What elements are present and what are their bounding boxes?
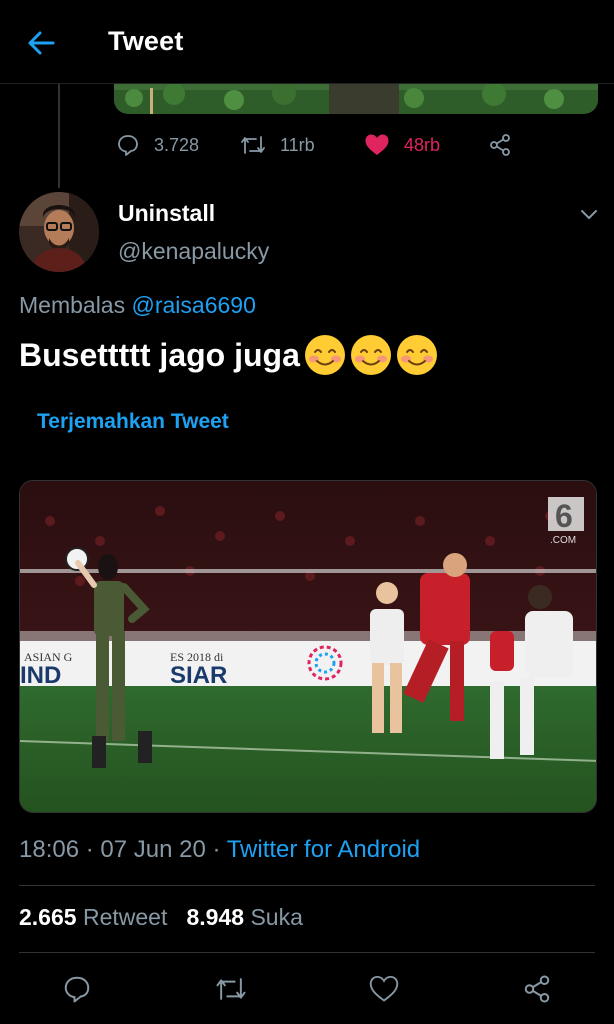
- retweet-stat[interactable]: 2.665 Retweet: [19, 904, 167, 930]
- tweet-source-link[interactable]: Twitter for Android: [227, 836, 420, 863]
- divider: [19, 952, 595, 953]
- retweet-button[interactable]: [214, 972, 248, 1006]
- like-stat[interactable]: 8.948 Suka: [187, 904, 303, 930]
- top-bar: Tweet: [0, 0, 614, 84]
- divider: [19, 885, 595, 886]
- retweet-label: Retweet: [82, 904, 168, 930]
- smiling-blush-emoji-icon: [350, 335, 391, 375]
- prev-share-action[interactable]: [488, 128, 512, 162]
- reply-mention-link[interactable]: @raisa6690: [132, 292, 256, 318]
- retweet-icon: [241, 136, 265, 154]
- prev-like-count: 48rb: [404, 134, 441, 155]
- watermark-text: .COM: [550, 535, 576, 546]
- page-title: Tweet: [108, 26, 184, 56]
- share-button[interactable]: [520, 972, 554, 1006]
- tweet-stats: 2.665 Retweet 8.948 Suka: [19, 904, 303, 931]
- watermark-number: 6: [555, 498, 573, 534]
- previous-tweet-image[interactable]: [114, 84, 598, 114]
- heart-filled-icon: [365, 134, 389, 155]
- share-icon: [524, 975, 550, 1003]
- like-count: 8.948: [186, 904, 245, 930]
- smiling-blush-emoji-icon: [396, 335, 437, 375]
- tweet-media-image[interactable]: ASIAN G ES 2018 di IND SIAR 6 .COM: [19, 480, 597, 813]
- prev-reply-count: 3.728: [154, 134, 200, 155]
- translate-tweet-link[interactable]: Terjemahkan Tweet: [37, 410, 229, 434]
- banner-text-big-right: SIAR: [170, 662, 227, 689]
- banner-text-big-left: IND: [20, 662, 61, 689]
- reply-button[interactable]: [60, 972, 94, 1006]
- like-button[interactable]: [367, 972, 401, 1006]
- like-label: Suka: [250, 904, 303, 930]
- author-name[interactable]: Uninstall: [118, 200, 215, 227]
- tweet-action-bar: [0, 966, 614, 1012]
- tweet-meta: 18:06 · 07 Jun 20 · Twitter for Android: [19, 836, 420, 864]
- prev-like-action[interactable]: 48rb: [364, 128, 440, 162]
- back-button[interactable]: [24, 28, 58, 58]
- reply-to-line: Membalas @raisa6690: [19, 292, 256, 319]
- reply-icon: [64, 976, 90, 1003]
- reply-prefix: Membalas: [19, 292, 126, 318]
- arrow-left-icon: [28, 31, 55, 55]
- prev-retweet-count: 11rb: [280, 134, 315, 155]
- smiling-blush-emoji-icon: [304, 335, 345, 375]
- prev-retweet-action[interactable]: 11rb: [240, 128, 315, 162]
- heart-outline-icon: [369, 975, 399, 1002]
- prev-reply-action[interactable]: 3.728: [116, 128, 199, 162]
- retweet-icon: [216, 978, 246, 1000]
- reply-icon: [118, 135, 138, 156]
- more-options-button[interactable]: [574, 204, 604, 226]
- avatar[interactable]: [19, 192, 99, 272]
- tweet-timestamp: 18:06 · 07 Jun 20 ·: [19, 836, 227, 863]
- retweet-count: 2.665: [19, 904, 77, 930]
- previous-tweet-actions: 3.728 11rb 48rb: [114, 128, 594, 162]
- share-icon: [490, 134, 510, 156]
- tweet-text: Busettttt jago juga: [19, 334, 438, 376]
- thread-line: [58, 84, 60, 188]
- tweet-text-content: Busettttt jago juga: [19, 336, 300, 373]
- chevron-down-icon: [581, 210, 597, 220]
- author-handle[interactable]: @kenapalucky: [118, 238, 269, 265]
